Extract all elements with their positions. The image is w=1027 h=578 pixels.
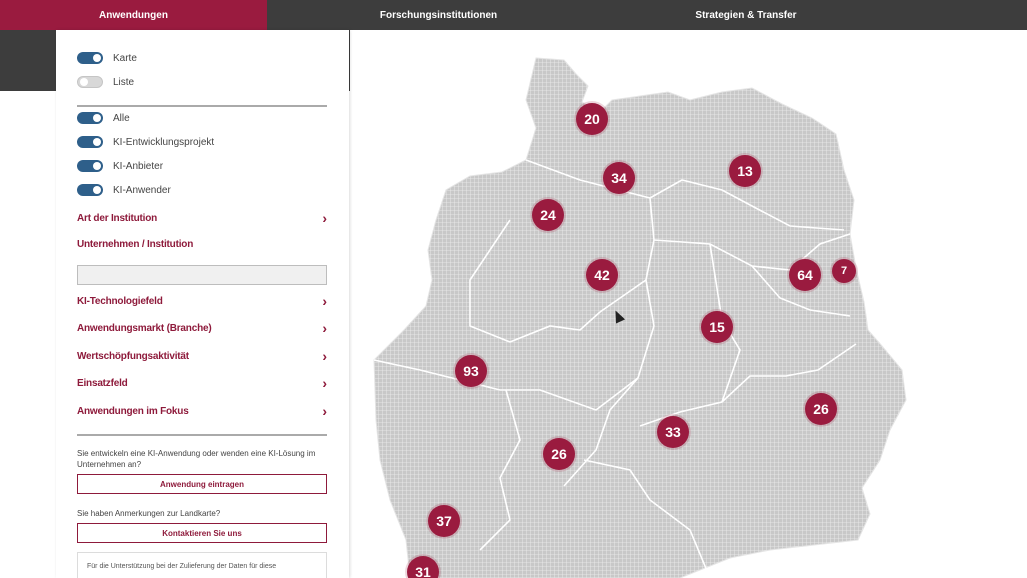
toggle-switch-icon[interactable] [77, 184, 103, 196]
chevron-right-icon: › [322, 320, 327, 336]
germany-map[interactable] [350, 30, 1027, 578]
cluster-marker[interactable]: 20 [576, 103, 608, 135]
filter-anwendungen-im-fokus[interactable]: Anwendungen im Fokus › [77, 403, 327, 419]
cluster-marker[interactable]: 93 [455, 355, 487, 387]
tab-forschungsinstitutionen[interactable]: Forschungsinstitutionen [267, 0, 610, 30]
toggle-switch-icon[interactable] [77, 136, 103, 148]
toggle-switch-icon[interactable] [77, 52, 103, 64]
divider [77, 105, 327, 107]
filter-label: Art der Institution [77, 212, 158, 224]
toggle-switch-icon[interactable] [77, 112, 103, 124]
filter-label: Anwendungen im Fokus [77, 405, 189, 417]
unternehmen-heading: Unternehmen / Institution [77, 239, 194, 250]
cluster-marker[interactable]: 34 [603, 162, 635, 194]
toggle-liste[interactable]: Liste [77, 75, 134, 89]
divider [77, 434, 327, 436]
map-svg[interactable] [350, 30, 1027, 578]
cluster-marker[interactable]: 42 [586, 259, 618, 291]
toggle-ki-anwender[interactable]: KI-Anwender [77, 183, 171, 197]
filter-panel: Karte Liste Alle KI-Entwicklungsprojekt … [56, 30, 349, 578]
filter-wertschoepfungsaktivitaet[interactable]: Wertschöpfungsaktivität › [77, 348, 327, 364]
entwickeln-text: Sie entwickeln eine KI-Anwendung oder we… [77, 449, 316, 469]
filter-label: KI-Technologiefeld [77, 295, 163, 307]
cluster-marker[interactable]: 33 [657, 416, 689, 448]
cluster-marker[interactable]: 26 [543, 438, 575, 470]
filter-label: Einsatzfeld [77, 377, 128, 389]
germany-outline [373, 57, 907, 578]
filter-ki-technologiefeld[interactable]: KI-Technologiefeld › [77, 293, 327, 309]
cluster-marker[interactable]: 24 [532, 199, 564, 231]
toggle-label: KI-Anbieter [113, 160, 164, 172]
chevron-right-icon: › [322, 293, 327, 309]
toggle-karte[interactable]: Karte [77, 51, 137, 65]
anmerkungen-text: Sie haben Anmerkungen zur Landkarte? [77, 509, 221, 518]
cluster-marker[interactable]: 15 [701, 311, 733, 343]
toggle-ki-anbieter[interactable]: KI-Anbieter [77, 159, 163, 173]
toggle-label: Alle [113, 112, 130, 124]
toggle-switch-icon[interactable] [77, 160, 103, 172]
cluster-marker[interactable]: 26 [805, 393, 837, 425]
cluster-marker[interactable]: 37 [428, 505, 460, 537]
chevron-right-icon: › [322, 403, 327, 419]
unternehmen-search-input[interactable] [77, 265, 327, 285]
toggle-switch-icon[interactable] [77, 76, 103, 88]
filter-label: Anwendungsmarkt (Branche) [77, 322, 212, 334]
kontaktieren-button[interactable]: Kontaktieren Sie uns [77, 523, 327, 543]
filter-label: Wertschöpfungsaktivität [77, 350, 189, 362]
toggle-label: Liste [113, 76, 135, 88]
toggle-ki-entwicklungsprojekt[interactable]: KI-Entwicklungsprojekt [77, 135, 214, 149]
tab-strategien-transfer[interactable]: Strategien & Transfer [610, 0, 882, 30]
filter-art-der-institution[interactable]: Art der Institution › [77, 210, 327, 226]
toggle-label: KI-Entwicklungsprojekt [113, 136, 215, 148]
toggle-label: Karte [113, 52, 137, 64]
chevron-right-icon: › [322, 375, 327, 391]
cluster-marker[interactable]: 13 [729, 155, 761, 187]
info-text: Für die Unterstützung bei der Zulieferun… [87, 563, 277, 570]
chevron-right-icon: › [322, 210, 327, 226]
toggle-alle[interactable]: Alle [77, 111, 130, 125]
cluster-marker[interactable]: 64 [789, 259, 821, 291]
tab-anwendungen[interactable]: Anwendungen [0, 0, 267, 30]
chevron-right-icon: › [322, 348, 327, 364]
top-navigation: Anwendungen Forschungsinstitutionen Stra… [0, 0, 1027, 30]
anwendung-eintragen-button[interactable]: Anwendung eintragen [77, 474, 327, 494]
toggle-label: KI-Anwender [113, 184, 171, 196]
filter-einsatzfeld[interactable]: Einsatzfeld › [77, 375, 327, 391]
cluster-marker[interactable]: 7 [832, 259, 856, 283]
info-box: Für die Unterstützung bei der Zulieferun… [77, 552, 327, 578]
filter-anwendungsmarkt[interactable]: Anwendungsmarkt (Branche) › [77, 320, 327, 336]
